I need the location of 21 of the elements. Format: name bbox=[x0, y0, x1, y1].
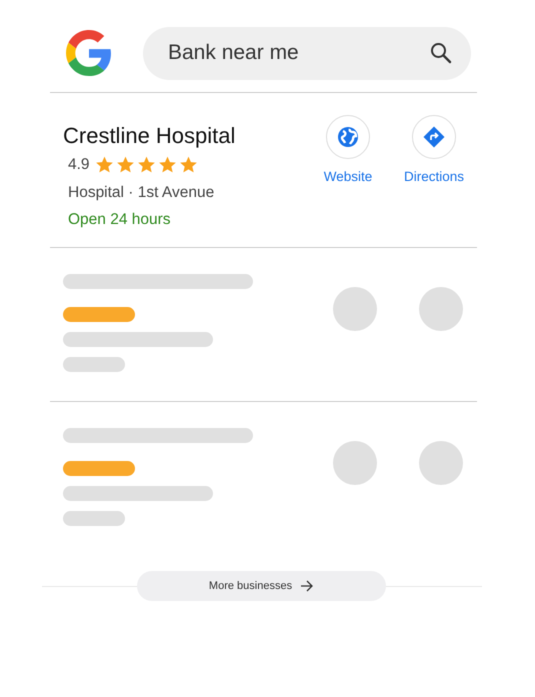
business-name: Crestline Hospital bbox=[63, 123, 236, 150]
opening-hours: Open 24 hours bbox=[68, 210, 172, 230]
placeholder-bar bbox=[63, 511, 125, 526]
placeholder-circle bbox=[333, 441, 377, 485]
directions-icon bbox=[422, 125, 446, 149]
globe-icon bbox=[336, 125, 360, 149]
rating-value: 4.9 bbox=[68, 155, 90, 176]
placeholder-circle bbox=[333, 287, 377, 331]
placeholder-circle bbox=[419, 441, 463, 485]
placeholder-bar bbox=[63, 357, 125, 372]
search-icon[interactable] bbox=[429, 40, 453, 64]
placeholder-circle bbox=[419, 287, 463, 331]
directions-link[interactable]: Directions bbox=[391, 115, 477, 247]
website-link[interactable]: Website bbox=[305, 115, 391, 247]
more-businesses-button[interactable]: More businesses bbox=[137, 571, 386, 601]
arrow-icon bbox=[300, 580, 314, 592]
business-category: Hospital · 1st Avenue bbox=[68, 182, 216, 203]
placeholder-bar bbox=[63, 461, 135, 476]
placeholder-bar bbox=[63, 307, 135, 322]
search-field[interactable]: Bank near me bbox=[143, 26, 471, 80]
logo-icon bbox=[66, 30, 112, 76]
